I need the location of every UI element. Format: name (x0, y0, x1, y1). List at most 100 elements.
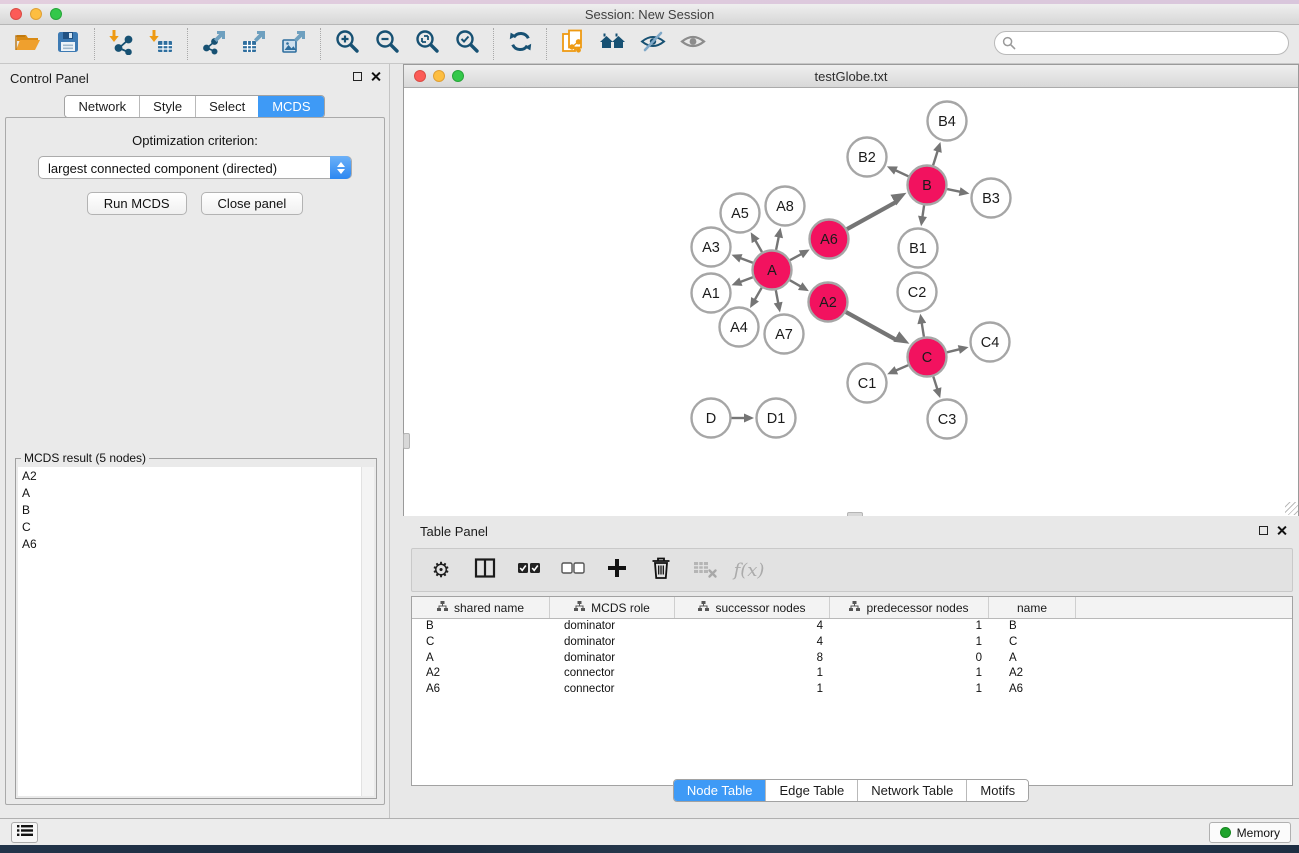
table-cell[interactable]: B (412, 619, 550, 635)
tab-node-table[interactable]: Node Table (674, 780, 766, 801)
destroy-table-button[interactable] (688, 553, 722, 587)
graph-node[interactable]: C3 (928, 400, 967, 439)
graph-node[interactable]: A2 (809, 283, 848, 322)
table-cell[interactable]: dominator (550, 619, 675, 635)
close-panel-button[interactable]: Close panel (201, 192, 304, 215)
tab-edge-table[interactable]: Edge Table (765, 780, 857, 801)
create-column-button[interactable] (600, 553, 634, 587)
table-row[interactable]: A2connector11A2 (412, 666, 1292, 682)
table-cell[interactable]: 1 (675, 682, 830, 698)
column-header-MCDS-role[interactable]: MCDS role (550, 597, 675, 618)
tab-mcds[interactable]: MCDS (258, 96, 323, 117)
tab-style[interactable]: Style (139, 96, 195, 117)
table-cell[interactable]: 1 (675, 666, 830, 682)
table-row[interactable]: Adominator80A (412, 651, 1292, 667)
delete-columns-button[interactable] (644, 553, 678, 587)
run-mcds-button[interactable]: Run MCDS (87, 192, 187, 215)
table-row[interactable]: A6connector11A6 (412, 682, 1292, 698)
graph-edge[interactable] (895, 170, 909, 176)
table-cell[interactable]: connector (550, 666, 675, 682)
float-panel-icon[interactable] (1259, 526, 1268, 535)
tab-select[interactable]: Select (195, 96, 258, 117)
graph-edge[interactable] (933, 150, 938, 165)
show-columns-button[interactable] (468, 553, 502, 587)
close-panel-icon[interactable] (1276, 525, 1287, 536)
graph-edge[interactable] (922, 322, 924, 337)
table-cell[interactable]: 4 (675, 619, 830, 635)
graph-edge[interactable] (922, 205, 924, 218)
graph-edge[interactable] (740, 277, 753, 282)
zoom-in-button[interactable] (327, 27, 367, 61)
graph-edge[interactable] (740, 258, 753, 263)
table-row[interactable]: Bdominator41B (412, 619, 1292, 635)
graph-edge[interactable] (933, 377, 937, 391)
table-cell[interactable]: 1 (830, 635, 989, 651)
graph-node[interactable]: C (908, 338, 947, 377)
graph-edge[interactable] (790, 254, 802, 261)
graph-node[interactable]: D1 (757, 399, 796, 438)
table-row[interactable]: Cdominator41C (412, 635, 1292, 651)
graph-edge[interactable] (947, 189, 961, 192)
zoom-out-button[interactable] (367, 27, 407, 61)
table-cell[interactable]: A6 (412, 682, 550, 698)
export-network-button[interactable] (194, 27, 234, 61)
graph-node[interactable]: A5 (721, 194, 760, 233)
graph-node[interactable]: B2 (848, 138, 887, 177)
graph-edge[interactable] (895, 365, 908, 371)
graph-node[interactable]: A4 (720, 308, 759, 347)
graph-node[interactable]: B (908, 166, 947, 205)
graph-node[interactable]: A3 (692, 228, 731, 267)
graph-node[interactable]: C4 (971, 323, 1010, 362)
graph-edge[interactable] (776, 236, 779, 250)
criterion-dropdown[interactable]: largest connected component (directed) (38, 156, 352, 179)
table-cell[interactable]: 8 (675, 651, 830, 667)
apply-layout-button[interactable] (500, 27, 540, 61)
table-cell[interactable]: 1 (830, 666, 989, 682)
table-cell[interactable]: 0 (830, 651, 989, 667)
graph-node[interactable]: A6 (810, 220, 849, 259)
graph-edge[interactable] (947, 349, 960, 352)
table-cell[interactable]: C (989, 635, 1076, 651)
mcds-result-item[interactable]: A (18, 484, 363, 501)
graph-edge[interactable] (790, 280, 802, 287)
mcds-result-item[interactable]: A6 (18, 535, 363, 552)
graph-edge[interactable] (776, 290, 779, 304)
resize-grip-icon[interactable] (1285, 502, 1298, 515)
select-all-button[interactable] (512, 553, 546, 587)
table-cell[interactable]: dominator (550, 651, 675, 667)
graph-node[interactable]: D (692, 399, 731, 438)
panel-splitter-handle[interactable] (403, 433, 410, 449)
graph-node[interactable]: A7 (765, 315, 804, 354)
column-header-successor-nodes[interactable]: successor nodes (675, 597, 830, 618)
graph-edge[interactable] (755, 240, 762, 253)
graph-node[interactable]: A1 (692, 274, 731, 313)
network-graph[interactable]: B4B2BB3A5A8A6A3B1AA1C2A2A4A7C4CC1C3DD1 (404, 89, 1298, 516)
table-cell[interactable]: dominator (550, 635, 675, 651)
graph-edge[interactable] (847, 202, 897, 230)
deselect-all-button[interactable] (556, 553, 590, 587)
tab-network[interactable]: Network (65, 96, 139, 117)
table-cell[interactable]: 1 (830, 682, 989, 698)
graph-node[interactable]: B1 (899, 229, 938, 268)
float-panel-icon[interactable] (353, 72, 362, 81)
column-header-shared-name[interactable]: shared name (412, 597, 550, 618)
table-cell[interactable]: C (412, 635, 550, 651)
close-panel-icon[interactable] (370, 71, 381, 82)
new-network-from-selection-button[interactable] (553, 27, 593, 61)
table-cell[interactable]: A (412, 651, 550, 667)
zoom-selected-button[interactable] (447, 27, 487, 61)
graph-node[interactable]: A8 (766, 187, 805, 226)
table-cell[interactable]: A6 (989, 682, 1076, 698)
search-input[interactable] (994, 31, 1289, 55)
table-cell[interactable]: 4 (675, 635, 830, 651)
column-header-predecessor-nodes[interactable]: predecessor nodes (830, 597, 989, 618)
task-history-button[interactable] (11, 822, 38, 843)
graph-node[interactable]: A (753, 251, 792, 290)
memory-button[interactable]: Memory (1209, 822, 1291, 843)
network-canvas[interactable]: B4B2BB3A5A8A6A3B1AA1C2A2A4A7C4CC1C3DD1 (404, 89, 1298, 516)
mcds-result-item[interactable]: C (18, 518, 363, 535)
table-settings-button[interactable]: ⚙ (424, 553, 458, 587)
graph-node[interactable]: C2 (898, 273, 937, 312)
show-graphics-details-button[interactable] (673, 27, 713, 61)
tab-motifs[interactable]: Motifs (966, 780, 1028, 801)
